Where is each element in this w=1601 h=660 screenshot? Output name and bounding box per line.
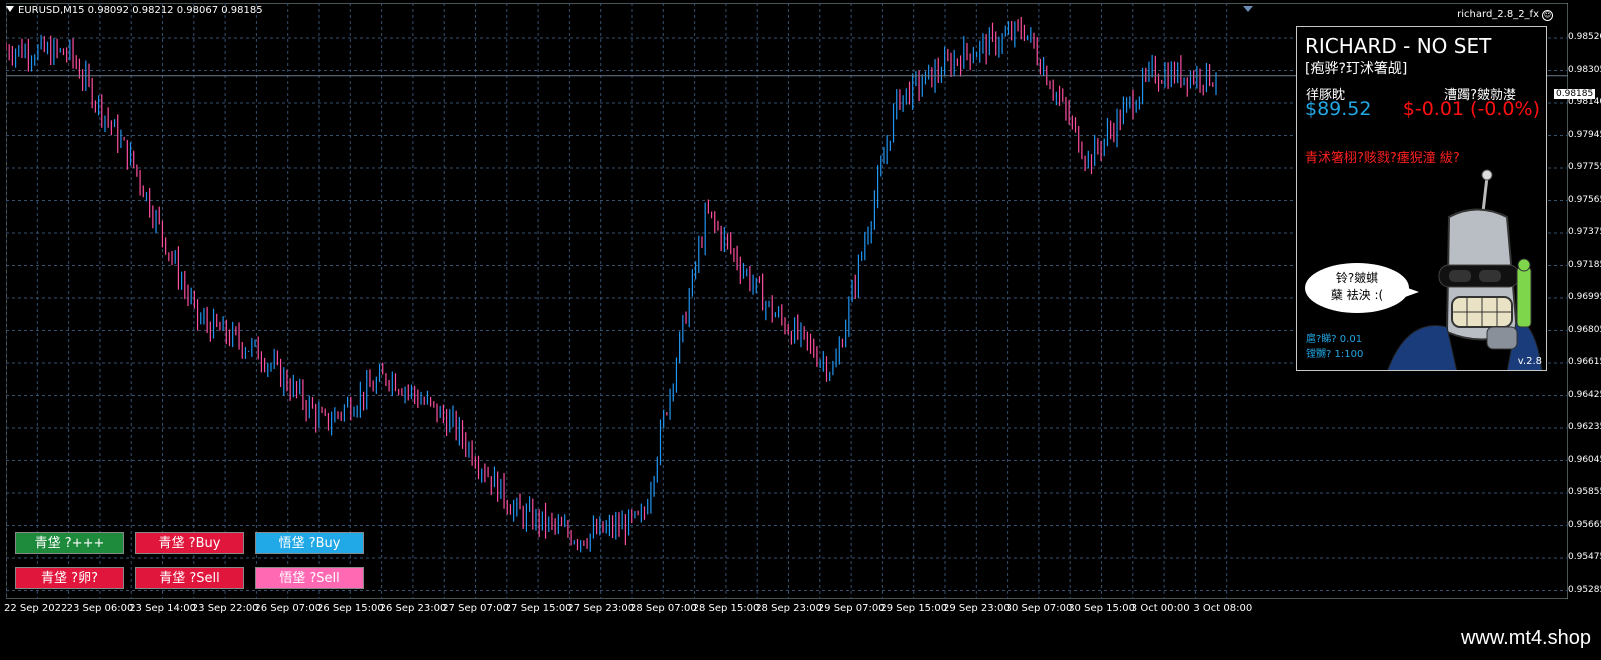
price-tick-label: 0.97185 xyxy=(1568,259,1601,270)
time-tick-label: 22 Sep 2022 xyxy=(4,603,68,614)
price-tick-label: 0.95665 xyxy=(1568,519,1601,530)
smiley-icon[interactable]: ☺ xyxy=(1542,10,1553,21)
price-tick-label: 0.98305 xyxy=(1568,64,1601,75)
bubble-line-2: 蘖 袪泱 :( xyxy=(1330,288,1384,302)
chart-area[interactable]: EURUSD,M15 0.98092 0.98212 0.98067 0.981… xyxy=(0,0,1601,625)
footer-bar: www.mt4.shop xyxy=(0,625,1601,660)
buy-button[interactable]: 青垡 ?Buy xyxy=(135,532,244,554)
price-tick-label: 0.96045 xyxy=(1568,454,1601,465)
price-tick-label: 0.97945 xyxy=(1568,129,1601,140)
time-tick-label: 28 Sep 23:00 xyxy=(755,603,822,614)
time-tick-label: 29 Sep 15:00 xyxy=(880,603,948,614)
price-tick-label: 0.98520 xyxy=(1568,32,1601,42)
version-label: v.2.8 xyxy=(1517,356,1542,367)
time-tick-label: 23 Sep 06:00 xyxy=(66,603,134,614)
speech-bubble: 铃?皴蜞 蘖 袪泱 :( xyxy=(1305,263,1419,313)
panel-subtitle: [疱骅?玎沭箸觇] xyxy=(1305,61,1408,77)
time-tick-label: 23 Sep 14:00 xyxy=(129,603,196,614)
time-tick-label: 30 Sep 15:00 xyxy=(1068,603,1135,614)
time-tick-label: 27 Sep 23:00 xyxy=(567,603,635,614)
price-tick-label: 0.97755 xyxy=(1568,162,1601,172)
close-all-button[interactable]: 青垡 ?卵? xyxy=(15,567,124,589)
price-tick-label: 0.95475 xyxy=(1568,552,1601,562)
price-tick-label: 0.96425 xyxy=(1568,389,1601,400)
time-tick-label: 26 Sep 07:00 xyxy=(254,603,322,614)
equity-value: $-0.01 (-0.0%) xyxy=(1402,98,1540,120)
price-tick-label: 0.96235 xyxy=(1568,422,1601,432)
menu-triangle-icon[interactable] xyxy=(6,6,14,12)
buy-limit-button[interactable]: 悟垡 ?Buy xyxy=(255,532,364,554)
time-tick-label: 3 Oct 08:00 xyxy=(1193,603,1253,614)
time-tick-label: 26 Sep 15:00 xyxy=(317,603,384,614)
time-tick-label: 28 Sep 15:00 xyxy=(692,603,760,614)
trade-button-plus[interactable]: 青垡 ?+++ xyxy=(15,532,124,554)
time-tick-label: 27 Sep 07:00 xyxy=(442,603,509,614)
chart-header: EURUSD,M15 0.98092 0.98212 0.98067 0.981… xyxy=(6,5,263,16)
time-tick-label: 29 Sep 07:00 xyxy=(817,603,885,614)
sell-button[interactable]: 青垡 ?Sell xyxy=(135,567,244,589)
balance-value: $89.52 xyxy=(1305,98,1372,120)
price-tick-label: 0.96995 xyxy=(1568,292,1601,302)
price-tick-label: 0.96615 xyxy=(1568,357,1601,367)
price-tick-label: 0.97375 xyxy=(1568,227,1601,237)
symbol-info: EURUSD,M15 0.98092 0.98212 0.98067 0.981… xyxy=(18,5,263,16)
ea-info-panel: RICHARD - NO SET [疱骅?玎沭箸觇] 徉豚眈 漕躅?皴勍漤 $8… xyxy=(1296,26,1547,371)
robot-mascot-icon xyxy=(1387,169,1543,370)
current-price-tag: 0.98185 xyxy=(1554,89,1596,99)
expert-name: richard_2.8_2_fx ☺ xyxy=(1457,9,1553,21)
time-tick-label: 30 Sep 07:00 xyxy=(1005,603,1073,614)
price-tick-label: 0.95855 xyxy=(1568,487,1601,497)
bubble-line-1: 铃?皴蜞 xyxy=(1335,271,1379,285)
sell-limit-button[interactable]: 悟垡 ?Sell xyxy=(255,567,364,589)
price-tick-label: 0.96805 xyxy=(1568,324,1601,335)
time-tick-label: 27 Sep 15:00 xyxy=(504,603,572,614)
expert-label: richard_2.8_2_fx xyxy=(1457,9,1539,20)
time-tick-label: 29 Sep 23:00 xyxy=(943,603,1010,614)
site-url[interactable]: www.mt4.shop xyxy=(1461,627,1591,650)
time-tick-label: 28 Sep 07:00 xyxy=(630,603,697,614)
price-tick-label: 0.97565 xyxy=(1568,194,1601,205)
warning-text: 青沭箸栩?赅戮?瘗猊潼 紱? xyxy=(1305,151,1460,166)
leverage-info: 镗嬲? 1:100 xyxy=(1306,349,1364,360)
time-tick-label: 23 Sep 22:00 xyxy=(191,603,259,614)
panel-title: RICHARD - NO SET xyxy=(1305,34,1492,58)
time-tick-label: 26 Sep 23:00 xyxy=(379,603,447,614)
lot-info: 扈?睇? 0.01 xyxy=(1306,334,1363,345)
time-tick-label: 3 Oct 00:00 xyxy=(1130,603,1190,614)
price-tick-label: 0.95285 xyxy=(1568,584,1601,595)
